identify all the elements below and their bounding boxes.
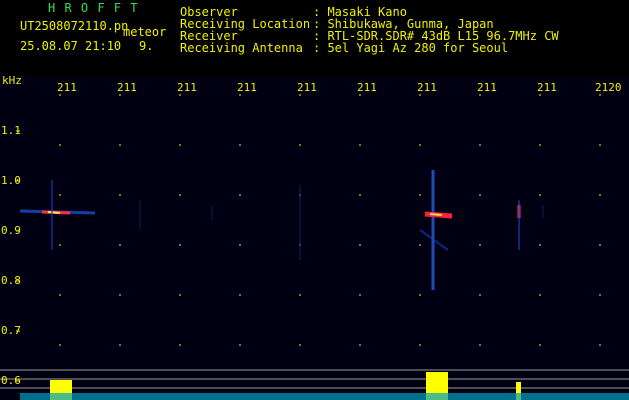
file-name: UT2508072110.pn [20,19,129,33]
spectrogram-plot [0,76,629,400]
y-tick-label: 0.9 [1,224,21,237]
y-tick-label: 0.7 [1,324,21,337]
y-tick-label: 1.1 [1,124,21,137]
info-label-antenna: Receiving Antenna [180,41,303,55]
x-tick-label: 211 [477,81,497,94]
x-tick-label: 211 [117,81,137,94]
y-tick-label: 1.0 [1,174,21,187]
info-value-antenna: : 5el Yagi Az 280 for Seoul [313,41,509,55]
x-tick-label: 211 [417,81,437,94]
x-tick-label: 211 [297,81,317,94]
x-tick-label: 211 [237,81,257,94]
echo-count: 9. [139,39,154,53]
x-tick-label: 211 [57,81,77,94]
plot-background [0,76,629,400]
y-tick-label: 0.8 [1,274,21,287]
x-tick-label: 211 [177,81,197,94]
brand-title: H R O F F T [48,1,139,15]
x-tick-label: 2120 [595,81,622,94]
date-time: 25.08.07 21:10 [20,39,122,53]
x-tick-label: 211 [537,81,557,94]
y-tick-label: 0.6 [1,374,21,387]
mode-label: meteor [123,25,167,39]
axis-unit: kHz [2,74,22,87]
x-tick-label: 211 [357,81,377,94]
spectrogram-screen: H R O F F T UT2508072110.pn meteor 25.08… [0,0,629,400]
